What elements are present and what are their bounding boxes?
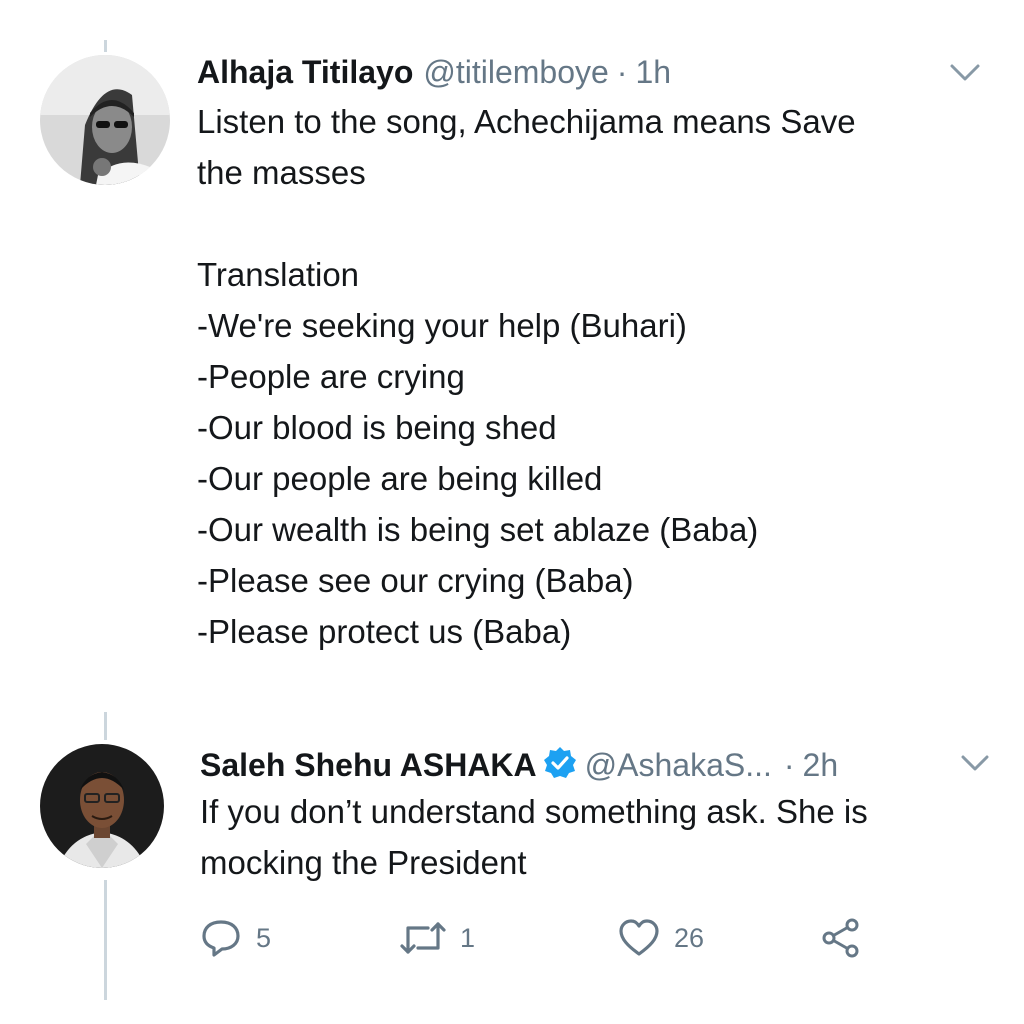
tweet-line: mocking the President: [200, 844, 527, 881]
tweet-line: Translation: [197, 256, 360, 293]
display-name[interactable]: Saleh Shehu ASHAKA: [200, 745, 537, 785]
meta-separator: ·: [616, 54, 628, 90]
thread-line-middle: [104, 712, 107, 740]
tweet-line: -Please protect us (Baba): [197, 613, 572, 650]
tweet-actions: 5 1 26: [200, 916, 900, 960]
chevron-down-icon[interactable]: [948, 62, 982, 89]
tweet-line: [197, 198, 856, 249]
avatar-image: [40, 744, 164, 868]
tweet-1-text: Listen to the song, Achechijama means Sa…: [197, 96, 856, 657]
verified-badge-icon: [543, 746, 577, 780]
avatar-saleh-shehu-ashaka[interactable]: [40, 744, 164, 868]
reply-button[interactable]: 5: [200, 916, 271, 960]
tweet-line: If you don’t understand something ask. S…: [200, 793, 868, 830]
share-icon: [822, 918, 859, 958]
avatar-image: [40, 55, 170, 185]
tweet-line: -Our blood is being shed: [197, 409, 557, 446]
tweet-1-header: Alhaja Titilayo @titilemboye · 1h: [197, 52, 671, 92]
like-icon: [619, 919, 659, 956]
retweet-count: 1: [460, 922, 476, 953]
user-handle[interactable]: @titilemboye: [423, 52, 608, 92]
retweet-button[interactable]: 1: [400, 916, 475, 960]
like-button[interactable]: 26: [618, 916, 704, 960]
chevron-down-icon[interactable]: [960, 754, 990, 779]
share-button[interactable]: [820, 916, 862, 960]
tweet-line: -Please see our crying (Baba): [197, 562, 634, 599]
meta-separator: ·: [783, 747, 795, 783]
retweet-icon: [400, 922, 446, 954]
tweet-line: Listen to the song, Achechijama means Sa…: [197, 103, 856, 140]
tweet-timestamp[interactable]: 2h: [803, 745, 839, 785]
tweet-2-header: Saleh Shehu ASHAKA @AshakaS... · 2h: [200, 742, 838, 785]
tweet-line: -Our people are being killed: [197, 460, 603, 497]
reply-icon: [202, 920, 240, 957]
tweet-line: the masses: [197, 154, 366, 191]
tweet-line: -Our wealth is being set ablaze (Baba): [197, 511, 759, 548]
tweet-timestamp[interactable]: 1h: [635, 52, 671, 92]
display-name[interactable]: Alhaja Titilayo: [197, 52, 413, 92]
reply-count: 5: [256, 922, 272, 953]
thread-line-bottom: [104, 880, 107, 1000]
tweet-2-text: If you don’t understand something ask. S…: [200, 786, 868, 888]
like-count: 26: [674, 922, 705, 953]
avatar-alhaja-titilayo[interactable]: [40, 55, 170, 185]
user-handle[interactable]: @AshakaS...: [585, 745, 772, 785]
tweet-line: -People are crying: [197, 358, 465, 395]
thread-line-top: [104, 40, 107, 52]
tweet-line: -We're seeking your help (Buhari): [197, 307, 687, 344]
